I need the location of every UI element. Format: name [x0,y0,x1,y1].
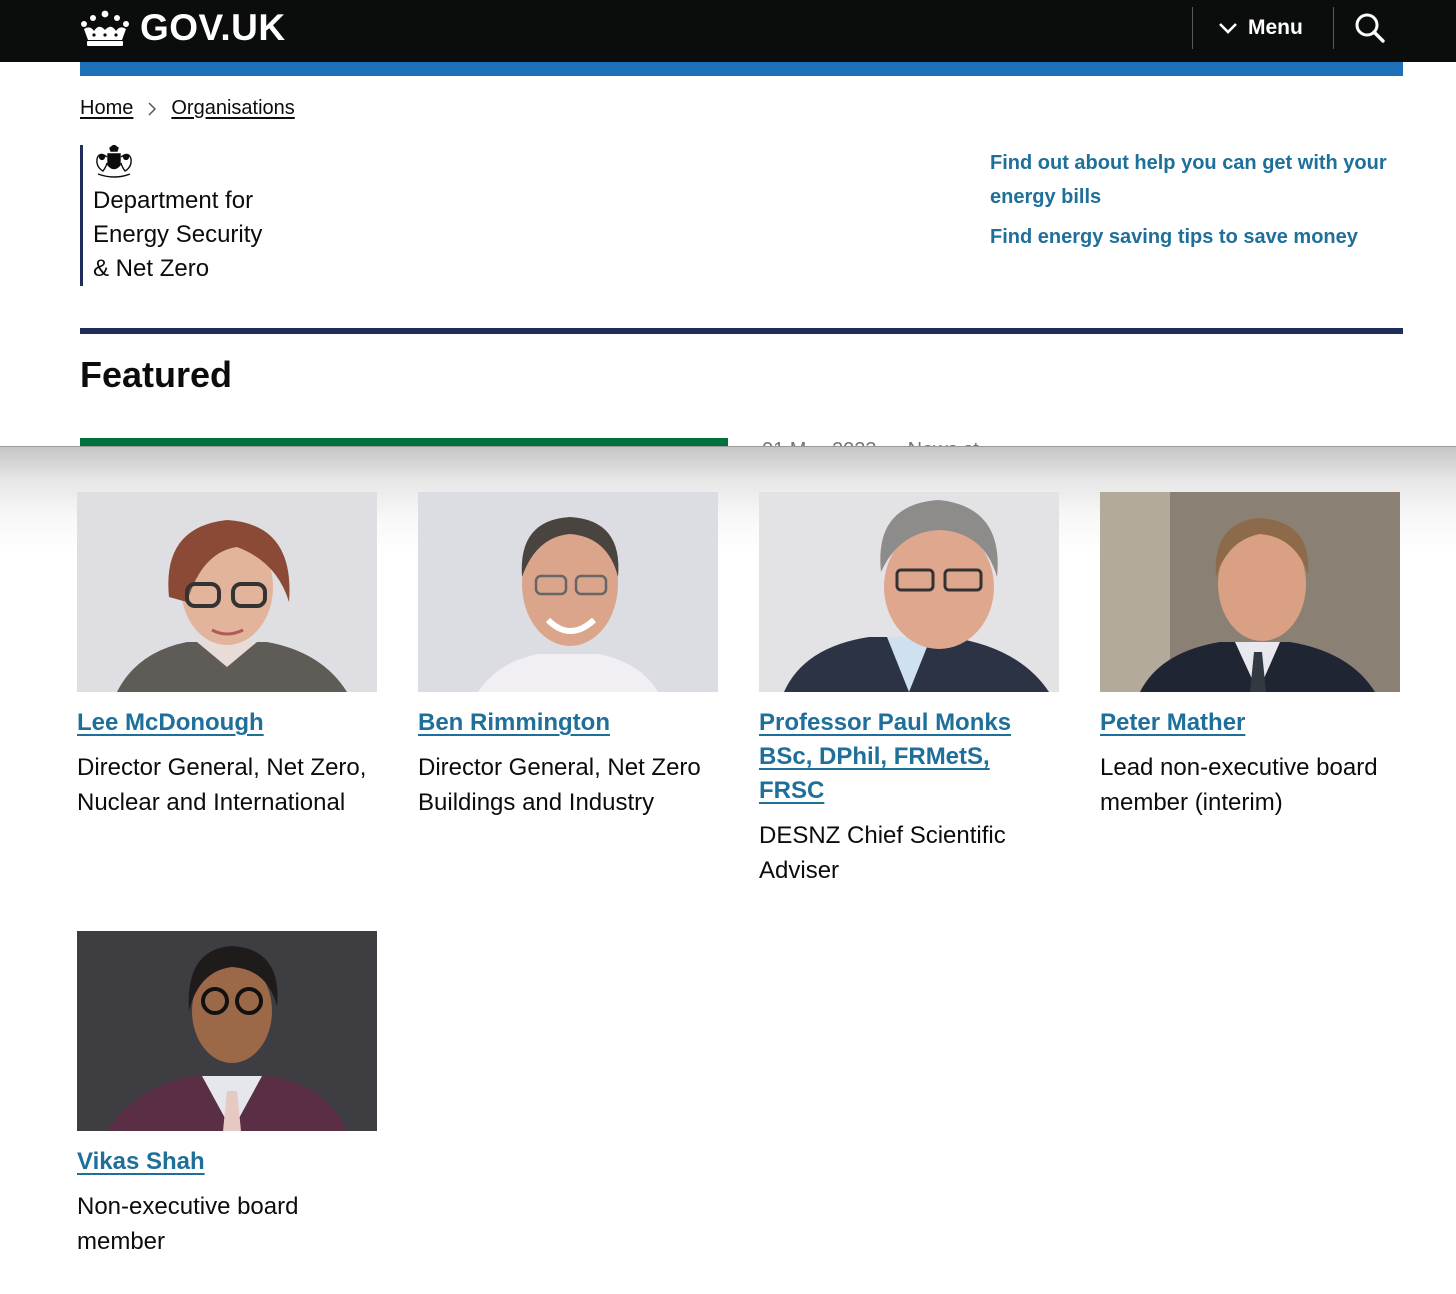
featured-heading: Featured [80,354,233,395]
person-card: Ben Rimmington Director General, Net Zer… [418,492,718,820]
portrait-photo [1100,492,1400,692]
energy-bills-help-link[interactable]: Find out about help you can get with you… [990,146,1400,214]
person-card: Lee McDonough Director General, Net Zero… [77,492,377,820]
chevron-down-icon [1219,23,1237,34]
divider [1333,7,1334,49]
org-name-line: & Net Zero [93,255,210,282]
divider [1192,7,1193,49]
person-name-link[interactable]: Lee McDonough [77,706,377,740]
person-name-link[interactable]: Professor Paul Monks BSc, DPhil, FRMetS,… [759,706,1059,808]
section-rule [80,328,1403,334]
portrait-photo [759,492,1059,692]
site-header: GOV.UK Menu [0,0,1456,62]
person-card: Peter Mather Lead non-executive board me… [1100,492,1400,820]
person-role: Lead non-executive board member (interim… [1100,754,1378,816]
breadcrumb-home-link[interactable]: Home [80,97,133,120]
organisation-name: Department for Energy Security & Net Zer… [93,184,262,286]
crown-icon [81,10,129,46]
search-icon [1355,13,1385,43]
person-role: Director General, Net Zero, Nuclear and … [77,754,367,816]
energy-saving-tips-link[interactable]: Find energy saving tips to save money [990,220,1410,254]
org-name-line: Energy Security [93,221,263,248]
person-card: Professor Paul Monks BSc, DPhil, FRMetS,… [759,492,1059,888]
divider [0,446,1456,447]
org-name-line: Department for [93,187,254,214]
menu-button[interactable]: Menu [1218,12,1303,44]
organisation-logo: Department for Energy Security & Net Zer… [80,145,323,286]
person-role: Non-executive board member [77,1193,299,1255]
person-role: Director General, Net Zero Buildings and… [418,754,701,816]
site-name: GOV.UK [140,7,286,48]
govuk-home-link[interactable]: GOV.UK [80,6,286,50]
search-button[interactable] [1352,10,1388,46]
promotional-links: Find out about help you can get with you… [990,146,1410,254]
breadcrumb-organisations-link[interactable]: Organisations [171,97,294,120]
menu-label: Menu [1248,16,1303,39]
person-name-link[interactable]: Peter Mather [1100,706,1400,740]
portrait-photo [77,492,377,692]
royal-coat-of-arms-icon [96,145,132,178]
person-card: Vikas Shah Non-executive board member [77,931,377,1259]
portrait-photo [77,931,377,1131]
chevron-right-icon [148,101,157,116]
breadcrumb: Home Organisations [80,97,295,120]
person-name-link[interactable]: Ben Rimmington [418,706,718,740]
person-role: DESNZ Chief Scientific Adviser [759,822,1006,884]
person-name-link[interactable]: Vikas Shah [77,1145,377,1179]
portrait-photo [418,492,718,692]
header-accent-bar [80,62,1403,76]
